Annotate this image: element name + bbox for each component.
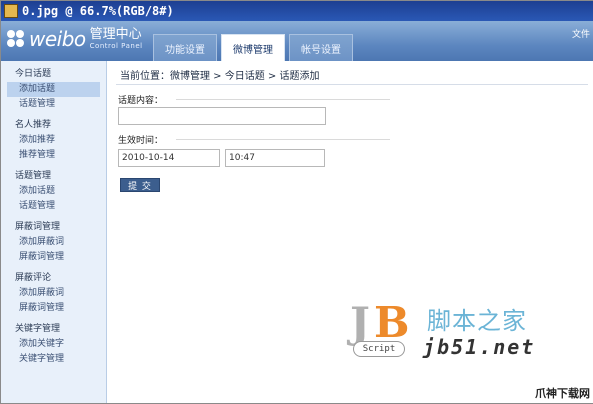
divider	[176, 99, 390, 100]
divider	[176, 139, 390, 140]
sidebar-group-title: 名人推荐	[15, 120, 52, 130]
sidebar-item-blockword-manage[interactable]: 屏蔽词管理	[1, 250, 106, 265]
sidebar-group-title: 话题管理	[15, 171, 52, 181]
watermark-url: jb51.net	[423, 335, 536, 359]
sidebar-group-celebrity: 名人推荐 添加推荐 推荐管理	[1, 118, 106, 163]
watermark-cn-text: 脚本之家	[427, 307, 527, 335]
jb-logo-icon: JB	[350, 298, 410, 347]
tab-account-settings[interactable]: 帐号设置	[289, 34, 353, 61]
corner-watermark: 爪神下载网	[535, 387, 590, 400]
brand-logo: weibo 管理中心 Control Panel	[7, 27, 143, 51]
sidebar-item-add-topic[interactable]: 添加话题	[7, 82, 100, 97]
watermark-script-label: Script	[353, 341, 405, 357]
window-titlebar: 0.jpg @ 66.7%(RGB/8#)	[1, 1, 593, 21]
sidebar-item-keyword-manage[interactable]: 关键字管理	[1, 352, 106, 367]
weibo-logo-icon	[7, 30, 25, 48]
brand-cn-title: 管理中心	[89, 27, 142, 42]
sidebar-group-title: 屏蔽词管理	[15, 222, 61, 232]
tab-function-settings[interactable]: 功能设置	[153, 34, 217, 61]
sidebar-group-block-comment: 屏蔽评论 添加屏蔽词 屏蔽词管理	[1, 271, 106, 316]
sidebar-group-blockword: 屏蔽词管理 添加屏蔽词 屏蔽词管理	[1, 220, 106, 265]
sidebar-item-add-keyword[interactable]: 添加关键字	[1, 337, 106, 352]
image-file-icon	[4, 4, 18, 18]
tab-weibo-management[interactable]: 微博管理	[221, 34, 285, 61]
breadcrumb: 当前位置：微博管理 > 今日话题 > 话题添加	[120, 71, 320, 82]
app-window: 0.jpg @ 66.7%(RGB/8#) weibo 管理中心 Control…	[0, 0, 593, 404]
sidebar-group-keyword: 关键字管理 添加关键字 关键字管理	[1, 322, 106, 367]
sidebar-group-today-topic: 今日话题 添加话题 话题管理	[1, 67, 106, 112]
sidebar-group-title: 关键字管理	[15, 324, 61, 334]
sidebar-item-add-recommend[interactable]: 添加推荐	[1, 133, 106, 148]
sidebar-item-block-comment-manage[interactable]: 屏蔽词管理	[1, 301, 106, 316]
window-title: 0.jpg @ 66.7%(RGB/8#)	[22, 4, 174, 18]
topic-content-input[interactable]	[118, 107, 326, 125]
sidebar-item-topic-manage-2[interactable]: 话题管理	[1, 199, 106, 214]
brand-name: weibo	[29, 27, 86, 51]
main-tabs: 功能设置 微博管理 帐号设置	[153, 34, 357, 61]
sidebar-item-recommend-manage[interactable]: 推荐管理	[1, 148, 106, 163]
divider	[116, 84, 588, 85]
time-input[interactable]: 10:47	[225, 149, 325, 167]
sidebar-group-topic: 话题管理 添加话题 话题管理	[1, 169, 106, 214]
date-input[interactable]: 2010-10-14	[118, 149, 220, 167]
sidebar-item-add-block-comment[interactable]: 添加屏蔽词	[1, 286, 106, 301]
effective-time-label: 生效时间：	[118, 136, 164, 146]
brand-subtitle: Control Panel	[89, 42, 143, 50]
sidebar: 今日话题 添加话题 话题管理 名人推荐 添加推荐 推荐管理 话题管理 添加话题 …	[1, 61, 107, 403]
topic-content-label: 话题内容：	[118, 96, 164, 106]
sidebar-item-topic-manage[interactable]: 话题管理	[1, 97, 106, 112]
sidebar-item-add-blockword[interactable]: 添加屏蔽词	[1, 235, 106, 250]
submit-button[interactable]: 提 交	[120, 178, 160, 192]
sidebar-group-title: 屏蔽评论	[15, 273, 52, 283]
top-header: weibo 管理中心 Control Panel 功能设置 微博管理 帐号设置 …	[1, 21, 593, 61]
sidebar-item-add-topic-2[interactable]: 添加话题	[1, 184, 106, 199]
header-right-link[interactable]: 文件	[572, 27, 590, 40]
watermark-logo: JB Script	[350, 299, 410, 359]
sidebar-group-title: 今日话题	[15, 69, 52, 79]
